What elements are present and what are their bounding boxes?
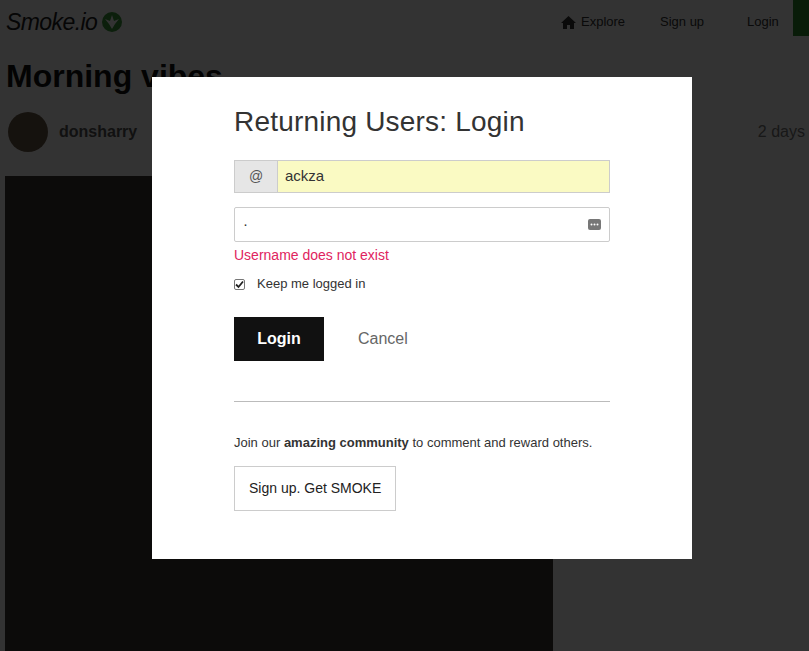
password-manager-icon[interactable] [588,219,601,230]
join-text: Join our amazing community to comment an… [234,432,610,453]
login-modal: Returning Users: Login @ · Username does… [152,77,692,559]
login-button[interactable]: Login [234,317,324,361]
password-input[interactable]: · [234,207,610,242]
check-icon [235,280,244,289]
username-group: @ [234,160,610,193]
signup-button[interactable]: Sign up. Get SMOKE [234,466,396,511]
modal-title: Returning Users: Login [234,103,610,141]
action-row: Login Cancel [234,317,610,361]
keep-logged-in[interactable]: Keep me logged in [234,274,610,294]
keep-logged-in-checkbox[interactable] [234,279,245,290]
username-input[interactable] [277,160,610,193]
error-message: Username does not exist [234,245,610,265]
divider [234,401,610,402]
at-addon: @ [234,160,277,193]
cancel-button[interactable]: Cancel [358,327,408,351]
